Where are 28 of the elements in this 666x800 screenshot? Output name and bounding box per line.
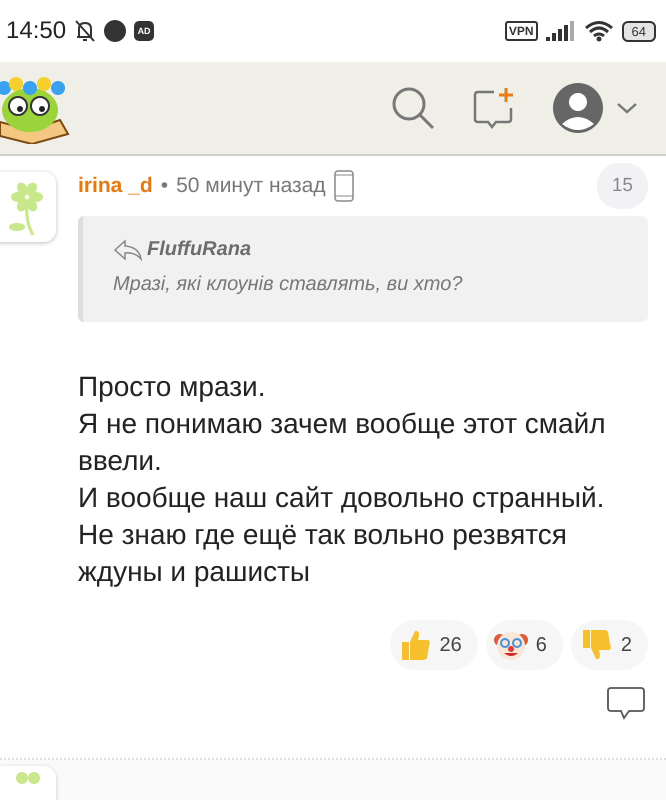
search-icon[interactable]	[390, 85, 436, 131]
wifi-icon	[584, 20, 614, 42]
flower-icon	[13, 772, 43, 786]
quoted-text: Мразі, які клоунів ставлять, ви хто?	[113, 273, 464, 296]
reply-icon[interactable]	[606, 686, 646, 720]
new-message-icon[interactable]	[472, 86, 516, 130]
comment-text: Просто мрази.	[78, 370, 266, 404]
battery-indicator: 64	[622, 20, 656, 42]
comment-text: Не знаю где ещё так вольно резвятся ждуны и рашисты	[78, 518, 568, 589]
phone-icon	[334, 170, 354, 202]
ad-blocker-icon: AD	[134, 21, 154, 41]
comment-text: И вообще наш сайт довольно странный.	[78, 481, 606, 515]
reaction-button[interactable]: 2	[570, 620, 648, 670]
comment-text: Я не понимаю зачем вообще этот смайл ввели.	[78, 407, 607, 478]
comment-time: 50 минут назад	[176, 174, 326, 198]
status-time: 14:50	[6, 17, 66, 45]
quoted-author[interactable]: FluffuRana	[147, 238, 252, 261]
signal-icon	[546, 21, 576, 41]
comment-rating: 15	[596, 163, 648, 209]
reaction-button[interactable]: 26	[390, 620, 478, 670]
vpn-badge: VPN	[504, 21, 538, 41]
separator-dot: •	[160, 174, 168, 198]
dot-icon	[104, 20, 126, 42]
reply-arrow-icon	[113, 238, 143, 260]
user-avatar-icon[interactable]	[552, 82, 604, 134]
muted-bell-icon	[74, 19, 96, 43]
reaction-button[interactable]: 6	[486, 620, 563, 670]
chevron-down-icon[interactable]	[616, 102, 638, 114]
